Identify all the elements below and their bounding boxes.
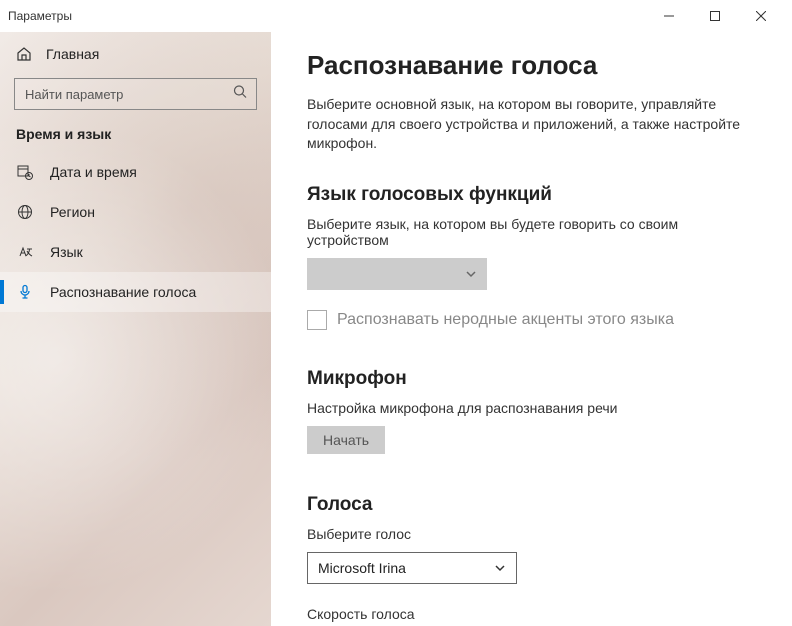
globe-icon bbox=[16, 203, 34, 221]
close-button[interactable] bbox=[738, 0, 784, 32]
search-input[interactable] bbox=[14, 78, 257, 110]
accent-checkbox[interactable] bbox=[307, 310, 327, 330]
sidebar-item-region[interactable]: Регион bbox=[0, 192, 271, 232]
sidebar-item-label: Язык bbox=[50, 244, 83, 260]
search-wrap bbox=[14, 78, 257, 110]
section-mic-heading: Микрофон bbox=[307, 368, 756, 390]
section-mic-subtext: Настройка микрофона для распознавания ре… bbox=[307, 400, 707, 416]
nav-category: Время и язык bbox=[0, 126, 271, 152]
chevron-down-icon bbox=[465, 268, 477, 280]
page-title: Распознавание голоса bbox=[307, 50, 756, 81]
home-icon bbox=[16, 46, 32, 62]
page-intro: Выберите основной язык, на котором вы го… bbox=[307, 95, 756, 154]
titlebar: Параметры bbox=[0, 0, 792, 32]
sidebar-item-language[interactable]: Язык bbox=[0, 232, 271, 272]
section-voices-heading: Голоса bbox=[307, 494, 756, 516]
accent-checkbox-label: Распознавать неродные акценты этого язык… bbox=[337, 311, 674, 329]
section-lang-subtext: Выберите язык, на котором вы будете гово… bbox=[307, 216, 707, 248]
language-dropdown[interactable] bbox=[307, 258, 487, 290]
sidebar-item-label: Регион bbox=[50, 204, 95, 220]
sidebar-item-label: Распознавание голоса bbox=[50, 284, 196, 300]
mic-setup-button[interactable]: Начать bbox=[307, 426, 385, 454]
search-icon bbox=[233, 85, 247, 104]
calendar-clock-icon bbox=[16, 163, 34, 181]
voice-speed-label: Скорость голоса bbox=[307, 606, 707, 622]
home-label: Главная bbox=[46, 46, 99, 62]
maximize-button[interactable] bbox=[692, 0, 738, 32]
window-title: Параметры bbox=[8, 9, 646, 23]
sidebar-item-datetime[interactable]: Дата и время bbox=[0, 152, 271, 192]
minimize-button[interactable] bbox=[646, 0, 692, 32]
sidebar-item-label: Дата и время bbox=[50, 164, 137, 180]
content: Распознавание голоса Выберите основной я… bbox=[271, 32, 792, 626]
chevron-down-icon bbox=[494, 562, 506, 574]
choose-voice-label: Выберите голос bbox=[307, 526, 707, 542]
microphone-icon bbox=[16, 283, 34, 301]
sidebar: Главная Время и язык Дата и время Регион bbox=[0, 32, 271, 626]
voice-select[interactable]: Microsoft Irina bbox=[307, 552, 517, 584]
accent-checkbox-row: Распознавать неродные акценты этого язык… bbox=[307, 310, 756, 330]
home-link[interactable]: Главная bbox=[0, 32, 271, 72]
section-lang-heading: Язык голосовых функций bbox=[307, 184, 756, 206]
voice-select-value: Microsoft Irina bbox=[318, 560, 406, 576]
sidebar-item-speech[interactable]: Распознавание голоса bbox=[0, 272, 271, 312]
language-icon bbox=[16, 243, 34, 261]
